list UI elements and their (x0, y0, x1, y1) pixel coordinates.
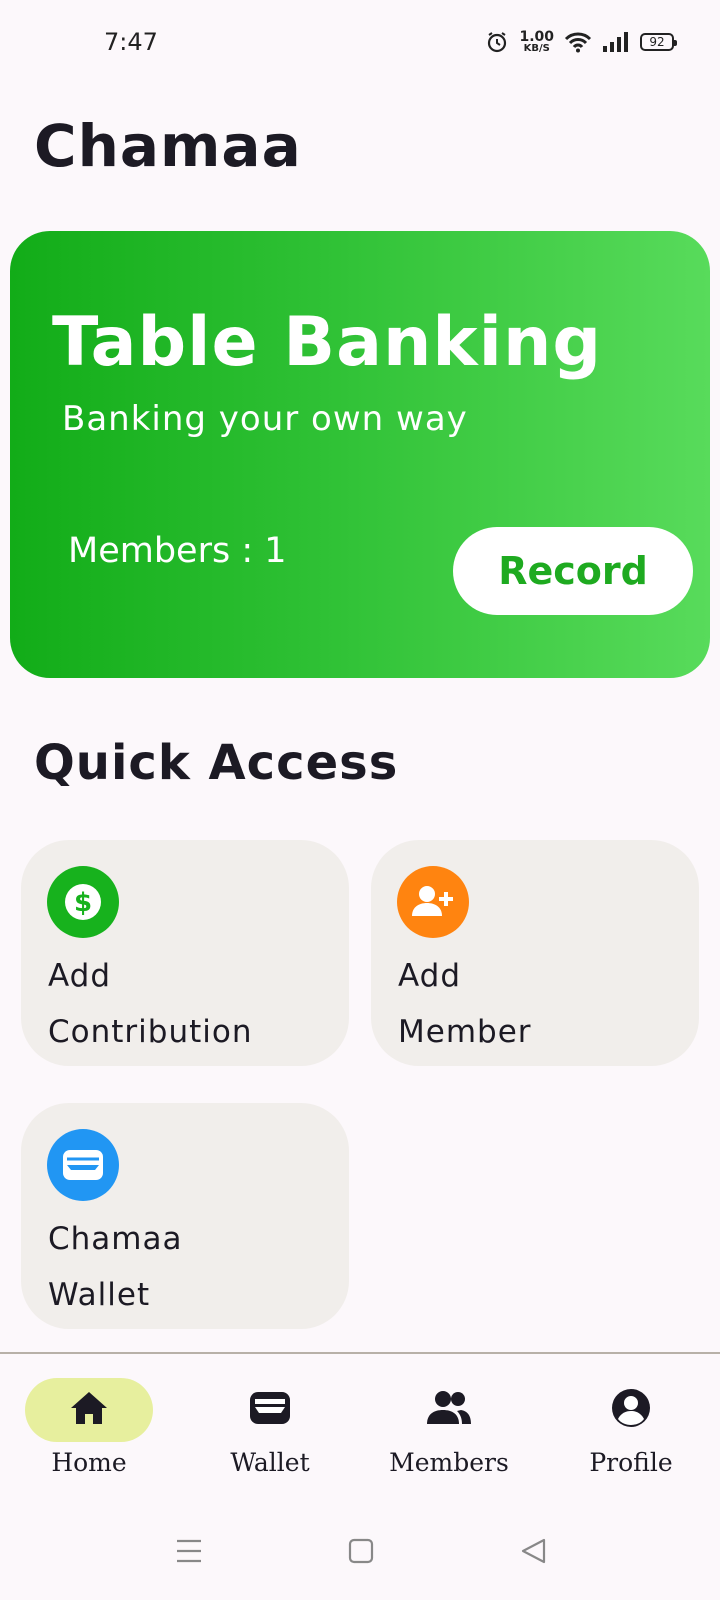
nav-label: Members (389, 1448, 509, 1477)
tile-label-line2: Contribution (48, 1014, 253, 1050)
system-nav (0, 1500, 720, 1600)
status-bar: 7:47 1.00 KB/S 92 (0, 0, 720, 90)
account-icon (611, 1388, 651, 1432)
tile-label-line2: Wallet (48, 1277, 151, 1313)
bottom-nav: Home Wallet Members Profile (0, 1352, 720, 1502)
members-count: Members : 1 (68, 531, 287, 571)
square-icon[interactable] (348, 1538, 374, 1568)
tile-label-line1: Add (48, 958, 112, 994)
group-icon (425, 1390, 473, 1430)
tile-label: Add Member (398, 948, 688, 1060)
nav-label: Wallet (230, 1448, 310, 1477)
nav-item-profile[interactable]: Profile (546, 1378, 716, 1477)
nav-item-home[interactable]: Home (4, 1378, 174, 1477)
wallet-icon (47, 1129, 119, 1201)
page-title: Chamaa (34, 112, 302, 180)
quick-access-title: Quick Access (34, 735, 399, 791)
tile-label: Add Contribution (48, 948, 338, 1060)
alarm-icon (485, 30, 509, 54)
signal-icon (602, 31, 630, 53)
dollar-icon: $ (47, 866, 119, 938)
wallet-icon (249, 1390, 291, 1430)
add-member-tile[interactable]: Add Member (371, 840, 699, 1066)
add-contribution-tile[interactable]: $ Add Contribution (21, 840, 349, 1066)
tile-label: Chamaa Wallet (48, 1211, 338, 1323)
menu-icon[interactable] (176, 1538, 202, 1568)
battery-level: 92 (649, 35, 665, 49)
nav-icon-container (567, 1378, 695, 1442)
nav-label: Profile (589, 1448, 673, 1477)
add-person-icon (397, 866, 469, 938)
tile-label-line2: Member (398, 1014, 532, 1050)
home-icon (69, 1390, 109, 1430)
nav-icon-container (206, 1378, 334, 1442)
svg-text:$: $ (74, 888, 92, 918)
chamaa-wallet-tile[interactable]: Chamaa Wallet (21, 1103, 349, 1329)
hero-subtitle: Banking your own way (62, 399, 468, 439)
nav-item-members[interactable]: Members (364, 1378, 534, 1477)
tile-label-line1: Chamaa (48, 1221, 183, 1257)
net-speed: 1.00 KB/S (519, 30, 554, 54)
wifi-icon (564, 31, 592, 53)
nav-active-indicator (25, 1378, 153, 1442)
tile-label-line1: Add (398, 958, 462, 994)
nav-icon-container (385, 1378, 513, 1442)
status-time: 7:47 (104, 28, 158, 56)
status-icons: 1.00 KB/S 92 (485, 30, 677, 54)
hero-title: Table Banking (52, 303, 603, 382)
net-speed-unit: KB/S (523, 43, 550, 54)
net-speed-value: 1.00 (519, 29, 554, 45)
nav-label: Home (51, 1448, 127, 1477)
record-button[interactable]: Record (453, 527, 693, 615)
nav-item-wallet[interactable]: Wallet (185, 1378, 355, 1477)
hero-card: Table Banking Banking your own way Membe… (10, 231, 710, 678)
back-triangle-icon[interactable] (520, 1538, 546, 1568)
battery-icon: 92 (640, 33, 677, 51)
